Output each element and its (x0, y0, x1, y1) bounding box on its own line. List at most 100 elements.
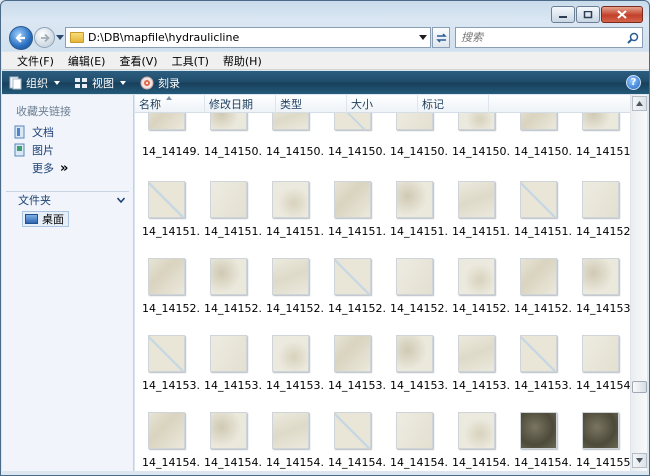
burn-label: 刻录 (158, 76, 180, 90)
menu-tools[interactable]: 工具(T) (165, 53, 216, 69)
favorite-link-documents[interactable]: 文档 (14, 124, 54, 140)
menu-view[interactable]: 查看(V) (112, 53, 164, 69)
file-item[interactable]: 14_14154... (383, 113, 448, 471)
file-name: 14_14154... (204, 456, 262, 469)
map-thumbnail-icon (582, 412, 619, 449)
desktop-label: 桌面 (42, 213, 64, 226)
organize-dropdown-icon (54, 80, 60, 85)
double-chevron-right-icon: » (60, 160, 69, 176)
column-size[interactable]: 大小 (347, 95, 418, 113)
views-dropdown-icon (120, 80, 126, 85)
file-name: 14_14154... (390, 456, 448, 469)
column-type[interactable]: 类型 (276, 95, 347, 113)
more-label: 更多 (32, 162, 54, 175)
navigation-pane: 收藏夹链接 文档 图片 更多 » 文件夹 桌面 (2, 95, 134, 471)
minimize-icon (559, 15, 567, 18)
column-size-label: 大小 (351, 98, 373, 111)
chevron-down-icon (419, 35, 427, 40)
scrollbar-thumb[interactable] (632, 381, 647, 393)
back-button[interactable] (9, 26, 33, 50)
organize-label: 组织 (26, 76, 48, 90)
chevron-down-icon (117, 197, 125, 203)
map-thumbnail-icon (210, 412, 247, 449)
burn-disc-icon (140, 76, 154, 89)
column-date-modified[interactable]: 修改日期 (205, 95, 276, 113)
file-list: 14_14149...14_14150...14_14150...14_1415… (135, 113, 630, 471)
explorer-window: D:\DB\mapfile\hydraulicline 文件(F) 编辑(E) … (0, 0, 650, 476)
arrow-up-icon (636, 101, 643, 106)
file-name: 14_14154... (142, 456, 200, 469)
file-item[interactable]: 14_14155... (569, 113, 630, 471)
address-path[interactable]: D:\DB\mapfile\hydraulicline (88, 31, 416, 44)
forward-button[interactable] (34, 27, 55, 48)
search-icon[interactable] (624, 32, 642, 44)
favorite-links-heading: 收藏夹链接 (16, 105, 71, 118)
help-button[interactable]: ? (626, 75, 641, 90)
file-item[interactable]: 14_14154... (259, 113, 324, 471)
maximize-button[interactable] (576, 6, 600, 23)
menu-help[interactable]: 帮助(H) (216, 53, 269, 69)
arrow-down-icon (636, 458, 643, 463)
minimize-button[interactable] (551, 6, 575, 23)
arrow-right-icon (40, 33, 50, 42)
file-item[interactable]: 14_14154... (197, 113, 262, 471)
column-date-label: 修改日期 (209, 98, 253, 111)
organize-icon (9, 76, 22, 89)
arrow-left-icon (15, 33, 25, 43)
folder-tree-desktop[interactable]: 桌面 (22, 211, 69, 227)
file-item[interactable]: 14_14154... (321, 113, 386, 471)
map-thumbnail-icon (458, 412, 495, 449)
search-input[interactable] (456, 31, 624, 44)
favorite-link-label: 图片 (32, 144, 54, 157)
file-name: 14_14154... (266, 456, 324, 469)
file-name: 14_14154... (514, 456, 572, 469)
column-type-label: 类型 (280, 98, 302, 111)
file-name: 14_14155... (576, 456, 630, 469)
sort-arrow-icon (166, 96, 172, 100)
address-bar[interactable]: D:\DB\mapfile\hydraulicline (65, 27, 431, 48)
scroll-down-button[interactable] (632, 453, 647, 468)
map-thumbnail-icon (396, 412, 433, 449)
file-item[interactable]: 14_14154... (507, 113, 572, 471)
burn-button[interactable]: 刻录 (140, 75, 180, 91)
caption-buttons (551, 6, 643, 23)
pictures-icon (14, 143, 25, 157)
close-icon (617, 10, 627, 19)
favorite-link-label: 文档 (32, 126, 54, 139)
menu-file[interactable]: 文件(F) (10, 53, 61, 69)
documents-icon (14, 125, 25, 139)
map-thumbnail-icon (272, 412, 309, 449)
menu-bar: 文件(F) 编辑(E) 查看(V) 工具(T) 帮助(H) (2, 52, 649, 70)
menu-edit[interactable]: 编辑(E) (61, 53, 113, 69)
views-icon (75, 77, 87, 88)
close-button[interactable] (601, 6, 643, 23)
folders-heading: 文件夹 (18, 193, 51, 207)
vertical-scrollbar[interactable] (630, 95, 647, 471)
search-box[interactable] (455, 27, 643, 48)
column-header: 名称 修改日期 类型 大小 标记 (135, 95, 630, 113)
history-dropdown-icon[interactable] (56, 33, 64, 41)
file-item[interactable]: 14_14154... (135, 113, 200, 471)
folders-header[interactable]: 文件夹 (6, 191, 131, 208)
column-name-label: 名称 (139, 98, 161, 111)
column-tags[interactable]: 标记 (418, 95, 489, 113)
address-dropdown-button[interactable] (416, 28, 430, 47)
more-links[interactable]: 更多 » (32, 160, 68, 176)
column-name[interactable]: 名称 (135, 95, 205, 113)
command-bar: 组织 视图 刻录 ? (2, 71, 649, 94)
help-icon: ? (630, 77, 637, 88)
file-item[interactable]: 14_14154... (445, 113, 510, 471)
refresh-button[interactable] (432, 27, 450, 48)
map-thumbnail-icon (148, 412, 185, 449)
favorite-link-pictures[interactable]: 图片 (14, 142, 54, 158)
refresh-icon (435, 32, 447, 43)
folder-icon (70, 32, 84, 43)
column-tags-label: 标记 (422, 98, 444, 111)
organize-button[interactable]: 组织 (8, 75, 60, 91)
map-thumbnail-icon (334, 412, 371, 449)
map-thumbnail-icon (520, 412, 557, 449)
views-button[interactable]: 视图 (74, 75, 126, 91)
scroll-up-button[interactable] (632, 96, 647, 111)
file-name: 14_14154... (328, 456, 386, 469)
maximize-icon (583, 10, 593, 18)
